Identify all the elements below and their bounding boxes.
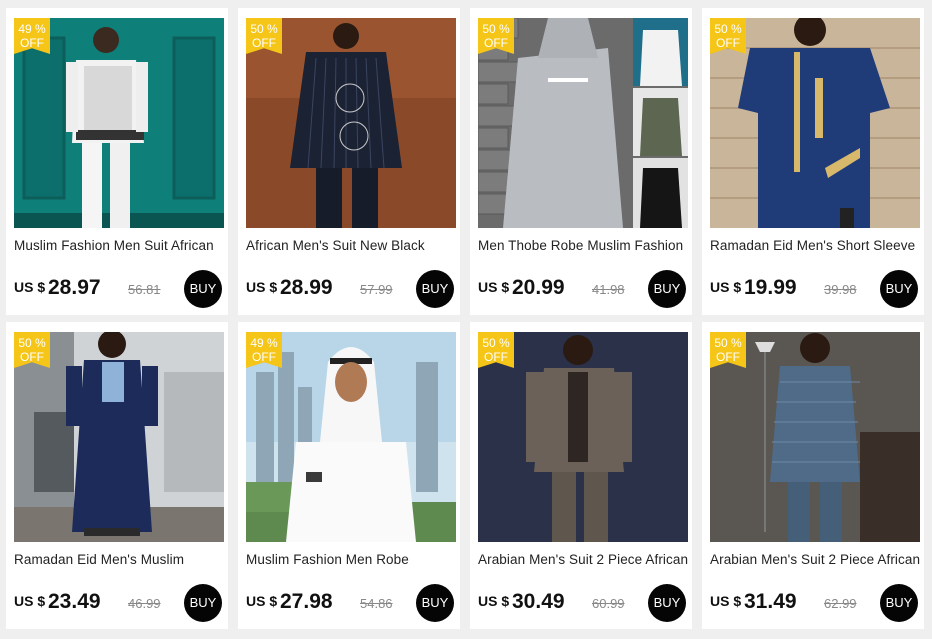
current-price: 23.49 <box>48 590 101 613</box>
price-row: US $ 23.49 46.99 BUY <box>14 584 222 622</box>
currency-label: US $ <box>14 279 46 295</box>
product-title[interactable]: Muslim Fashion Men Suit African <box>14 238 226 253</box>
currency-label: US $ <box>14 593 46 609</box>
product-image[interactable]: 50 % OFF <box>14 332 224 542</box>
discount-percent: 49 % <box>250 336 278 350</box>
price-row: US $ 28.97 56.81 BUY <box>14 270 222 308</box>
currency-label: US $ <box>478 279 510 295</box>
price-row: US $ 28.99 57.99 BUY <box>246 270 454 308</box>
product-title[interactable]: Ramadan Eid Men's Short Sleeve <box>710 238 922 253</box>
product-title[interactable]: African Men's Suit New Black <box>246 238 458 253</box>
discount-off-label: OFF <box>484 350 508 364</box>
discount-percent: 50 % <box>482 336 510 350</box>
original-price: 39.98 <box>824 282 857 297</box>
discount-percent: 50 % <box>18 336 46 350</box>
original-price: 57.99 <box>360 282 393 297</box>
product-grid: 49 % OFF Muslim Fashion Men Suit African… <box>0 0 932 639</box>
original-price: 54.86 <box>360 596 393 611</box>
product-title[interactable]: Men Thobe Robe Muslim Fashion <box>478 238 690 253</box>
original-price: 41.98 <box>592 282 625 297</box>
buy-button[interactable]: BUY <box>184 270 222 308</box>
currency-label: US $ <box>478 593 510 609</box>
discount-percent: 49 % <box>18 22 46 36</box>
discount-percent: 50 % <box>482 22 510 36</box>
discount-off-label: OFF <box>252 36 276 50</box>
original-price: 46.99 <box>128 596 161 611</box>
discount-off-label: OFF <box>20 350 44 364</box>
product-card[interactable]: 49 % OFF Muslim Fashion Men Suit African… <box>6 8 228 315</box>
product-title[interactable]: Arabian Men's Suit 2 Piece African <box>710 552 922 567</box>
original-price: 62.99 <box>824 596 857 611</box>
product-image[interactable]: 49 % OFF <box>14 18 224 228</box>
buy-button[interactable]: BUY <box>880 270 918 308</box>
product-title[interactable]: Ramadan Eid Men's Muslim <box>14 552 226 567</box>
price-row: US $ 19.99 39.98 BUY <box>710 270 918 308</box>
product-card[interactable]: 50 % OFF African Men's Suit New Black US… <box>238 8 460 315</box>
product-image[interactable]: 50 % OFF <box>478 332 688 542</box>
product-card[interactable]: 50 % OFF Arabian Men's Suit 2 Piece Afri… <box>470 322 692 629</box>
discount-off-label: OFF <box>716 350 740 364</box>
current-price: 30.49 <box>512 590 565 613</box>
current-price: 28.99 <box>280 276 333 299</box>
product-card[interactable]: 50 % OFF Ramadan Eid Men's Muslim US $ 2… <box>6 322 228 629</box>
discount-off-label: OFF <box>716 36 740 50</box>
original-price: 60.99 <box>592 596 625 611</box>
discount-percent: 50 % <box>250 22 278 36</box>
currency-label: US $ <box>710 593 742 609</box>
discount-off-label: OFF <box>252 350 276 364</box>
current-price: 27.98 <box>280 590 333 613</box>
product-card[interactable]: 50 % OFF Arabian Men's Suit 2 Piece Afri… <box>702 322 924 629</box>
current-price: 28.97 <box>48 276 101 299</box>
price-row: US $ 30.49 60.99 BUY <box>478 584 686 622</box>
current-price: 31.49 <box>744 590 797 613</box>
price-row: US $ 20.99 41.98 BUY <box>478 270 686 308</box>
currency-label: US $ <box>246 279 278 295</box>
current-price: 19.99 <box>744 276 797 299</box>
product-card[interactable]: 50 % OFF Ramadan Eid Men's Short Sleeve … <box>702 8 924 315</box>
buy-button[interactable]: BUY <box>648 270 686 308</box>
product-image[interactable]: 50 % OFF <box>710 332 920 542</box>
original-price: 56.81 <box>128 282 161 297</box>
buy-button[interactable]: BUY <box>416 270 454 308</box>
product-title[interactable]: Arabian Men's Suit 2 Piece African <box>478 552 690 567</box>
price-row: US $ 27.98 54.86 BUY <box>246 584 454 622</box>
price-row: US $ 31.49 62.99 BUY <box>710 584 918 622</box>
currency-label: US $ <box>710 279 742 295</box>
product-image[interactable]: 50 % OFF <box>246 18 456 228</box>
discount-percent: 50 % <box>714 336 742 350</box>
buy-button[interactable]: BUY <box>648 584 686 622</box>
product-image[interactable]: 50 % OFF <box>710 18 920 228</box>
buy-button[interactable]: BUY <box>184 584 222 622</box>
currency-label: US $ <box>246 593 278 609</box>
discount-off-label: OFF <box>20 36 44 50</box>
product-card[interactable]: 50 % OFF Men Thobe Robe Muslim Fashion U… <box>470 8 692 315</box>
current-price: 20.99 <box>512 276 565 299</box>
product-card[interactable]: 49 % OFF Muslim Fashion Men Robe US $ 27… <box>238 322 460 629</box>
product-image[interactable]: 50 % OFF <box>478 18 688 228</box>
product-image[interactable]: 49 % OFF <box>246 332 456 542</box>
buy-button[interactable]: BUY <box>416 584 454 622</box>
buy-button[interactable]: BUY <box>880 584 918 622</box>
discount-off-label: OFF <box>484 36 508 50</box>
discount-percent: 50 % <box>714 22 742 36</box>
product-title[interactable]: Muslim Fashion Men Robe <box>246 552 458 567</box>
